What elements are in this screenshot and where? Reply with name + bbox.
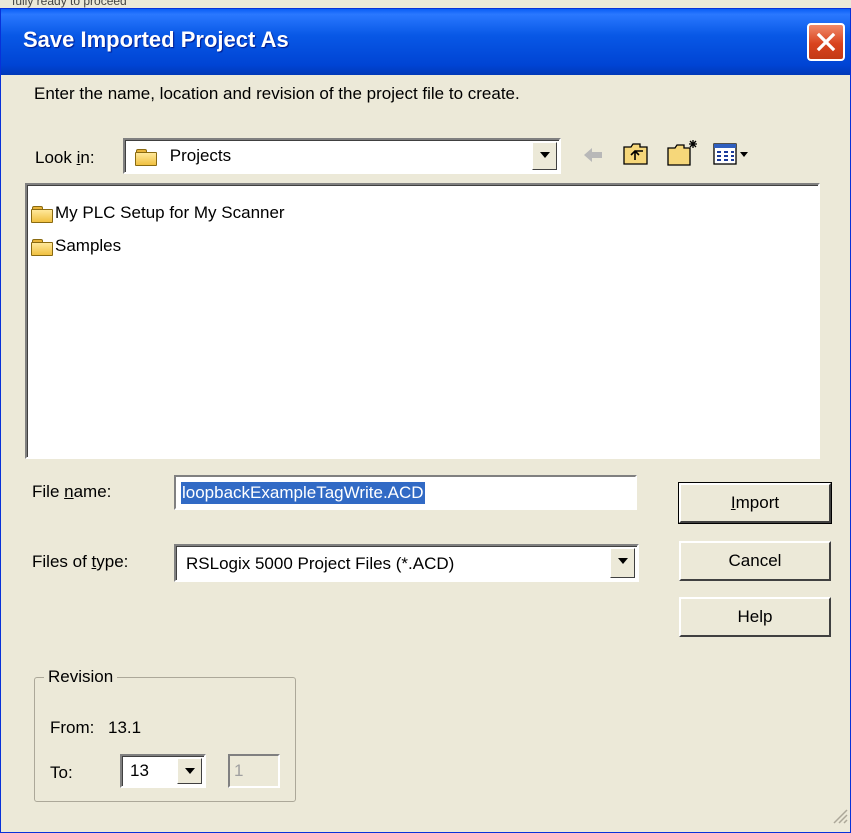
- folder-icon: [31, 205, 53, 223]
- revision-minor-field: 1: [228, 754, 280, 788]
- back-arrow-icon[interactable]: [582, 144, 604, 166]
- files-of-type-dropdown[interactable]: RSLogix 5000 Project Files (*.ACD): [174, 544, 639, 582]
- look-in-dropdown-button[interactable]: [532, 142, 557, 170]
- file-name-value: loopbackExampleTagWrite.ACD: [181, 482, 425, 504]
- folder-icon: [135, 148, 157, 166]
- cancel-button[interactable]: Cancel: [679, 541, 831, 581]
- new-folder-icon[interactable]: [666, 138, 700, 168]
- dialog-description: Enter the name, location and revision of…: [34, 84, 520, 103]
- background-text: fully ready to proceed: [12, 0, 127, 8]
- background-strip: fully ready to proceed: [0, 0, 851, 8]
- import-button[interactable]: Import: [678, 482, 832, 524]
- list-item-label: Samples: [55, 236, 122, 255]
- to-label: To:: [50, 763, 73, 782]
- list-item-label: My PLC Setup for My Scanner: [55, 203, 285, 222]
- resize-grip-icon[interactable]: [830, 806, 848, 824]
- revision-to-dropdown[interactable]: 13: [120, 754, 206, 788]
- folder-icon: [31, 238, 53, 256]
- close-button[interactable]: [807, 23, 845, 61]
- look-in-dropdown[interactable]: Projects: [123, 138, 561, 174]
- revision-to-dropdown-button[interactable]: [177, 758, 202, 784]
- title-bar[interactable]: Save Imported Project As: [1, 9, 850, 75]
- look-in-label: Look in:: [35, 148, 95, 167]
- close-icon: [816, 32, 836, 52]
- list-item[interactable]: Samples: [31, 236, 121, 256]
- files-of-type-dropdown-button[interactable]: [610, 548, 635, 578]
- up-folder-icon[interactable]: [622, 141, 650, 167]
- view-menu-icon[interactable]: [712, 141, 750, 167]
- look-in-value: Projects: [169, 146, 232, 165]
- revision-group-title: Revision: [44, 667, 118, 687]
- file-name-label: File name:: [32, 482, 112, 501]
- from-label: From:: [50, 718, 95, 737]
- revision-minor-value: 1: [234, 761, 244, 780]
- files-of-type-value: RSLogix 5000 Project Files (*.ACD): [186, 554, 455, 573]
- file-list[interactable]: My PLC Setup for My Scanner Samples: [25, 183, 820, 459]
- file-name-input[interactable]: loopbackExampleTagWrite.ACD: [174, 475, 637, 510]
- from-value: 13.1: [108, 718, 142, 737]
- files-of-type-label: Files of type:: [32, 552, 129, 571]
- help-button[interactable]: Help: [679, 597, 831, 637]
- revision-to-value: 13: [130, 761, 149, 780]
- dialog-title: Save Imported Project As: [23, 27, 289, 52]
- list-item[interactable]: My PLC Setup for My Scanner: [31, 203, 285, 223]
